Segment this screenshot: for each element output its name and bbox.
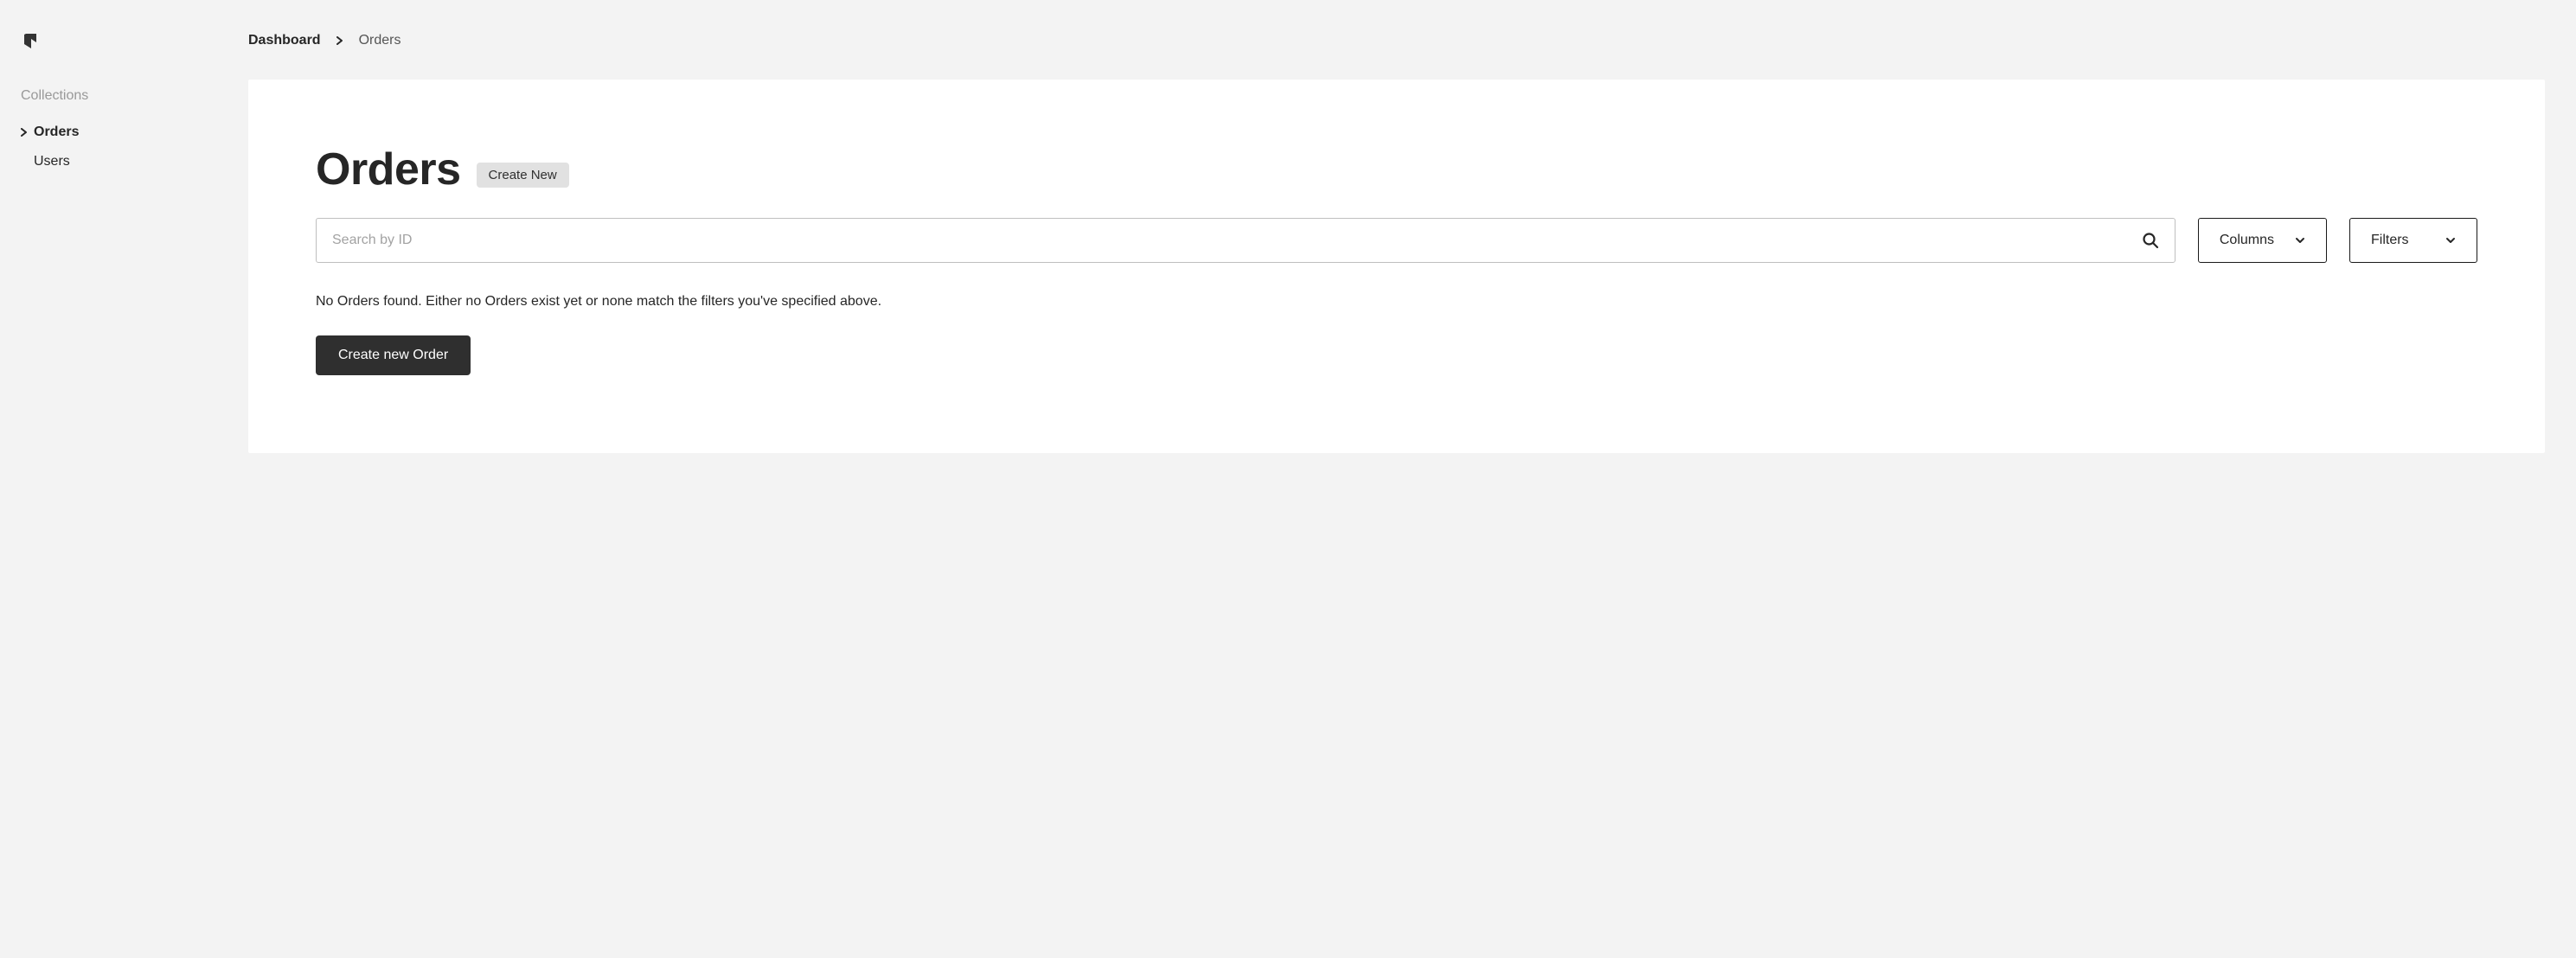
sidebar-item-orders[interactable]: Orders (21, 118, 227, 147)
breadcrumb: Dashboard Orders (248, 0, 2545, 80)
sidebar-item-users[interactable]: Users (21, 147, 227, 176)
breadcrumb-root[interactable]: Dashboard (248, 33, 321, 48)
sidebar: Collections Orders Users (0, 0, 248, 958)
filters-dropdown-label: Filters (2371, 233, 2409, 248)
create-new-pill-button[interactable]: Create New (477, 163, 569, 188)
chevron-down-icon (2295, 237, 2305, 244)
chevron-right-icon (336, 36, 343, 45)
content-card: Orders Create New Columns (248, 80, 2545, 453)
filters-dropdown[interactable]: Filters (2349, 218, 2477, 263)
sidebar-item-label: Orders (34, 125, 227, 140)
breadcrumb-current: Orders (359, 33, 401, 48)
page-title: Orders (316, 147, 461, 192)
search-input[interactable] (332, 233, 2142, 248)
search-field-wrapper[interactable] (316, 218, 2176, 263)
chevron-right-icon (21, 128, 34, 137)
empty-state-message: No Orders found. Either no Orders exist … (316, 294, 2477, 310)
columns-dropdown[interactable]: Columns (2198, 218, 2327, 263)
create-new-order-button[interactable]: Create new Order (316, 335, 471, 375)
sidebar-heading: Collections (21, 88, 227, 104)
chevron-down-icon (2445, 237, 2456, 244)
columns-dropdown-label: Columns (2220, 233, 2274, 248)
sidebar-item-label: Users (34, 154, 227, 169)
search-icon[interactable] (2142, 232, 2159, 249)
logo-icon (21, 31, 42, 52)
